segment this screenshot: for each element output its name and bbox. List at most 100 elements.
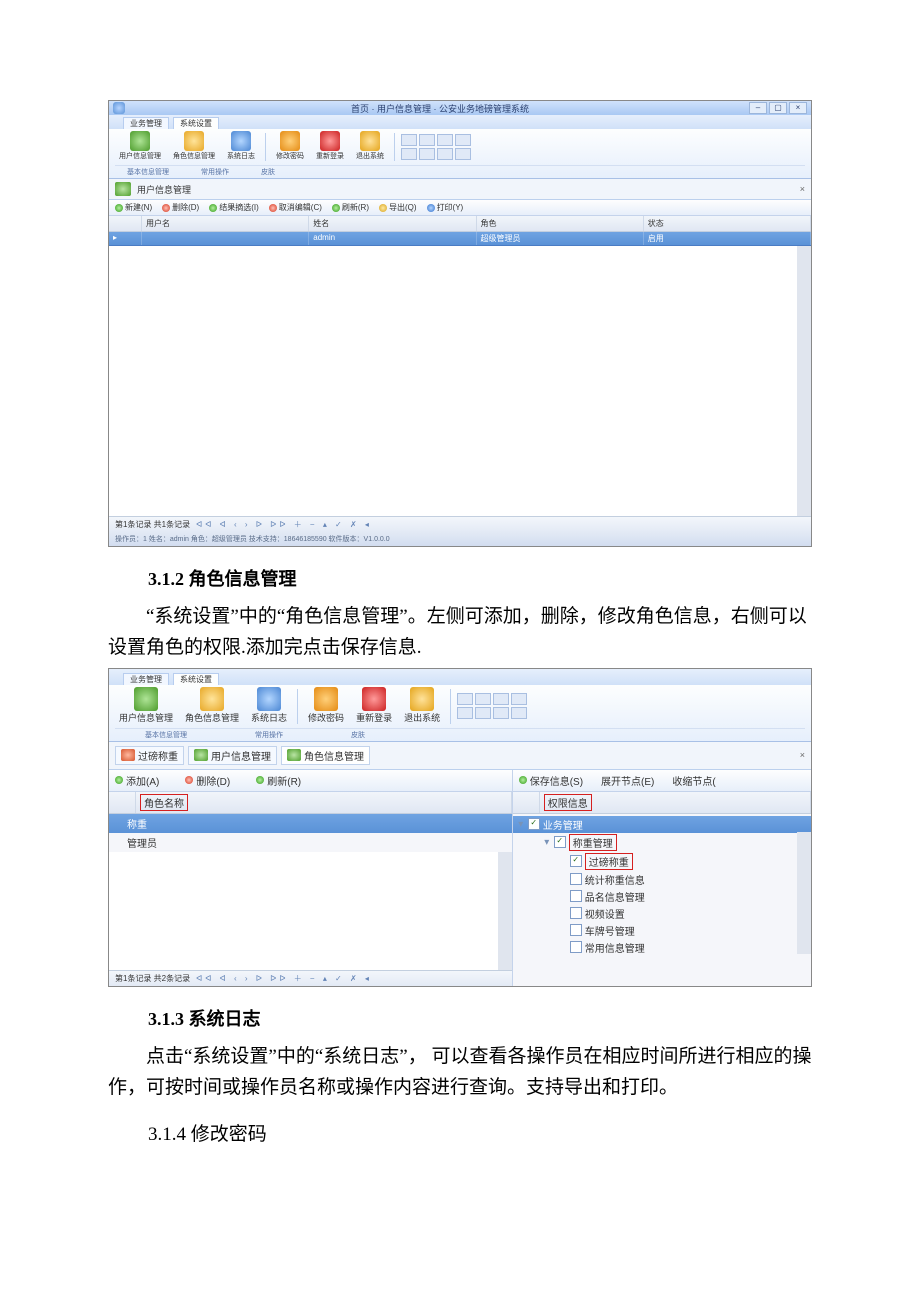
doctab-weigh[interactable]: 过磅称重 bbox=[115, 746, 184, 765]
ribbon-btn-roleinfo[interactable]: 角色信息管理 bbox=[181, 687, 243, 726]
tree-node[interactable]: ▾✓称重管理 bbox=[517, 833, 807, 852]
scrollbar[interactable] bbox=[797, 832, 811, 954]
toolbar-refresh[interactable]: 刷新(R) bbox=[332, 202, 369, 213]
ribbon-btn-relogin[interactable]: 重新登录 bbox=[352, 687, 396, 726]
col-name[interactable]: 姓名 bbox=[309, 216, 476, 231]
refresh-icon bbox=[332, 204, 340, 212]
statusbar: 操作员：1 姓名：admin 角色：超级管理员 技术支持：18646185590… bbox=[109, 532, 811, 546]
heading-314: 3.1.4 修改密码 bbox=[148, 1119, 812, 1146]
doctab-userinfo[interactable]: 用户信息管理 bbox=[188, 746, 277, 765]
ribbon-btn-exit[interactable]: 退出系统 bbox=[352, 131, 388, 163]
tree-node[interactable]: ✓过磅称重 bbox=[517, 852, 807, 871]
ribbon-tab-system[interactable]: 系统设置 bbox=[173, 117, 219, 129]
ribbon-btn-roleinfo[interactable]: 角色信息管理 bbox=[169, 131, 219, 163]
toolbar-cancel[interactable]: 取消编辑(C) bbox=[269, 202, 322, 213]
ribbon-btn-userinfo[interactable]: 用户信息管理 bbox=[115, 687, 177, 726]
close-button[interactable]: × bbox=[789, 102, 807, 114]
ribbon-btn-changepw[interactable]: 修改密码 bbox=[304, 687, 348, 726]
col-role[interactable]: 角色 bbox=[477, 216, 644, 231]
toolbar-new[interactable]: 新建(N) bbox=[115, 202, 152, 213]
col-status[interactable]: 状态 bbox=[644, 216, 811, 231]
ribbon-btn-syslog[interactable]: 系统日志 bbox=[223, 131, 259, 163]
ribbon-group-basic: 基本信息管理 bbox=[115, 167, 181, 177]
roles-icon bbox=[287, 749, 301, 761]
pager-nav[interactable]: ᐊᐊ ᐊ ‹ › ᐅ ᐅᐅ ＋ − ▴ ✓ ✗ ◂ bbox=[196, 519, 372, 530]
role-list-panel: 添加(A) 删除(D) 刷新(R) 角色名称 称重 管理员 第1条记录 共2条记… bbox=[109, 770, 513, 986]
tree-node[interactable]: 品名信息管理 bbox=[517, 888, 807, 905]
ribbon-btn-syslog[interactable]: 系统日志 bbox=[247, 687, 291, 726]
paragraph-312: “系统设置”中的“角色信息管理”。左侧可添加，删除，修改角色信息，右侧可以设置角… bbox=[108, 601, 812, 664]
save-button[interactable]: 保存信息(S) bbox=[519, 773, 583, 788]
roles-icon bbox=[184, 131, 204, 151]
table-row[interactable]: 管理员 bbox=[109, 833, 512, 852]
grid-toolbar: 新建(N) 删除(D) 结果摘选(I) 取消编辑(C) 刷新(R) 导出(Q) … bbox=[109, 200, 811, 216]
delete-button[interactable]: 删除(D) bbox=[185, 773, 230, 788]
toolbar-export[interactable]: 导出(Q) bbox=[379, 202, 417, 213]
checkbox[interactable]: ✓ bbox=[528, 818, 540, 830]
checkbox[interactable] bbox=[570, 941, 582, 953]
doctab-roleinfo[interactable]: 角色信息管理 bbox=[281, 746, 370, 765]
exit-icon bbox=[360, 131, 380, 151]
tree-node-root[interactable]: ▾✓业务管理 bbox=[513, 816, 811, 833]
checkbox[interactable]: ✓ bbox=[570, 855, 582, 867]
tree-node[interactable]: 常用信息管理 bbox=[517, 939, 807, 954]
ribbon-btn-changepw[interactable]: 修改密码 bbox=[272, 131, 308, 163]
table-row[interactable]: ▸ admin 超级管理员 启用 bbox=[109, 232, 811, 246]
fig-user-info-window: 首页 · 用户信息管理 · 公安业务地磅管理系统 – ▢ × 业务管理 系统设置… bbox=[108, 100, 812, 547]
document-tab-label[interactable]: 用户信息管理 bbox=[137, 183, 191, 196]
col-rolename[interactable]: 角色名称 bbox=[136, 792, 512, 813]
save-icon bbox=[519, 776, 527, 784]
collapse-icon[interactable]: ▾ bbox=[543, 837, 551, 848]
ribbon-tab-system[interactable]: 系统设置 bbox=[173, 673, 219, 685]
fig-role-info-window: 业务管理 系统设置 用户信息管理 角色信息管理 系统日志 修改密码 重新登录 退… bbox=[108, 668, 812, 987]
expand-button[interactable]: 展开节点(E) bbox=[601, 773, 654, 788]
collapse-icon[interactable]: ▾ bbox=[517, 819, 525, 830]
ribbon-btn-relogin[interactable]: 重新登录 bbox=[312, 131, 348, 163]
scrollbar[interactable] bbox=[797, 246, 811, 516]
ribbon-group-common: 常用操作 bbox=[225, 730, 313, 740]
checkbox[interactable] bbox=[570, 890, 582, 902]
grid-body bbox=[109, 246, 811, 517]
toolbar-delete[interactable]: 删除(D) bbox=[162, 202, 199, 213]
add-button[interactable]: 添加(A) bbox=[115, 773, 159, 788]
truck-icon bbox=[121, 749, 135, 761]
ribbon-btn-userinfo[interactable]: 用户信息管理 bbox=[115, 131, 165, 163]
ribbon: 用户信息管理 角色信息管理 系统日志 修改密码 重新登录 退出系统 基本信息管理… bbox=[109, 685, 811, 742]
users-icon bbox=[115, 182, 131, 196]
document-tab-close[interactable]: × bbox=[800, 184, 805, 194]
checkbox[interactable] bbox=[570, 924, 582, 936]
ribbon-group-common: 常用操作 bbox=[189, 167, 241, 177]
maximize-button[interactable]: ▢ bbox=[769, 102, 787, 114]
exit-icon bbox=[410, 687, 434, 711]
col-username[interactable]: 用户名 bbox=[142, 216, 309, 231]
page-icon bbox=[209, 204, 217, 212]
log-icon bbox=[231, 131, 251, 151]
tree-node[interactable]: 车牌号管理 bbox=[517, 922, 807, 939]
collapse-button[interactable]: 收缩节点( bbox=[672, 773, 715, 788]
pager-text: 第1条记录 共2条记录 bbox=[115, 973, 190, 984]
checkbox[interactable] bbox=[570, 873, 582, 885]
minimize-button[interactable]: – bbox=[749, 102, 767, 114]
skin-gallery[interactable] bbox=[457, 693, 529, 719]
ribbon-tab-biz[interactable]: 业务管理 bbox=[123, 673, 169, 685]
tree-node[interactable]: 视频设置 bbox=[517, 905, 807, 922]
document-tabstrip: 用户信息管理 × bbox=[109, 179, 811, 200]
document-tab-close[interactable]: × bbox=[800, 750, 805, 760]
tree-node[interactable]: 统计称重信息 bbox=[517, 871, 807, 888]
ribbon-btn-exit[interactable]: 退出系统 bbox=[400, 687, 444, 726]
toolbar-print[interactable]: 打印(Y) bbox=[427, 202, 464, 213]
pager-nav[interactable]: ᐊᐊ ᐊ ‹ › ᐅ ᐅᐅ ＋ − ▴ ✓ ✗ ◂ bbox=[196, 973, 372, 984]
ribbon-tab-biz[interactable]: 业务管理 bbox=[123, 117, 169, 129]
ribbon-group-skin: 皮肤 bbox=[321, 730, 395, 740]
skin-gallery[interactable] bbox=[401, 134, 473, 160]
export-icon bbox=[379, 204, 387, 212]
scrollbar[interactable] bbox=[498, 852, 512, 970]
table-row[interactable]: 称重 bbox=[109, 814, 512, 833]
refresh-button[interactable]: 刷新(R) bbox=[256, 773, 301, 788]
permission-tree: ▾✓业务管理 ▾✓称重管理 ✓过磅称重 统计称重信息 品名信息管理 视频设置 车… bbox=[513, 814, 811, 954]
checkbox[interactable] bbox=[570, 907, 582, 919]
col-permission[interactable]: 权限信息 bbox=[540, 792, 811, 813]
pager-text: 第1条记录 共1条记录 bbox=[115, 519, 190, 530]
toolbar-page[interactable]: 结果摘选(I) bbox=[209, 202, 259, 213]
checkbox[interactable]: ✓ bbox=[554, 836, 566, 848]
